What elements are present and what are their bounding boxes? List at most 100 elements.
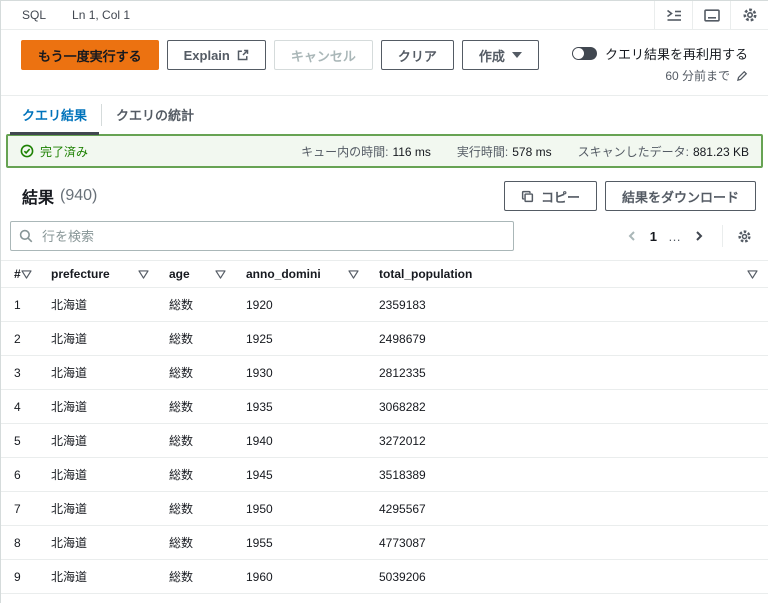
cell-index: 8 xyxy=(1,525,41,560)
cell-total-population: 5171800 xyxy=(369,593,768,603)
column-label: total_population xyxy=(379,267,473,281)
cell-age: 総数 xyxy=(159,287,236,322)
reuse-results-toggle[interactable] xyxy=(571,47,597,60)
cell-age: 総数 xyxy=(159,423,236,458)
results-header: 結果 (940) コピー 結果をダウンロード xyxy=(1,168,768,217)
cell-age: 総数 xyxy=(159,355,236,390)
cell-prefecture: 北海道 xyxy=(41,593,159,603)
metric-label: キュー内の時間: xyxy=(301,144,389,159)
format-query-button[interactable] xyxy=(654,1,692,29)
cell-index: 2 xyxy=(1,321,41,356)
column-header-total-population[interactable]: total_population xyxy=(369,260,768,288)
metric-run-time: 実行時間: 578 ms xyxy=(457,143,552,160)
cell-anno-domini: 1955 xyxy=(236,525,369,560)
column-header-anno-domini[interactable]: anno_domini xyxy=(236,260,369,288)
filter-icon[interactable] xyxy=(348,269,359,279)
cell-index: 4 xyxy=(1,389,41,424)
tab-query-stats[interactable]: クエリの統計 xyxy=(104,95,206,135)
create-button[interactable]: 作成 xyxy=(461,40,539,70)
metric-value: 578 ms xyxy=(512,144,552,159)
copy-icon xyxy=(521,190,534,203)
table-preferences-button[interactable] xyxy=(732,224,756,248)
cell-total-population: 4773087 xyxy=(369,525,768,560)
athena-query-editor-panel: SQL Ln 1, Col 1 もう一度実行する Explain キャンセル ク… xyxy=(0,0,768,603)
tab-query-results[interactable]: クエリ結果 xyxy=(10,95,100,135)
query-metrics: キュー内の時間: 116 ms 実行時間: 578 ms スキャンしたデータ: 881… xyxy=(301,143,749,160)
copy-button[interactable]: コピー xyxy=(503,181,597,211)
cell-prefecture: 北海道 xyxy=(41,423,159,458)
chevron-right-icon xyxy=(694,231,704,241)
filter-icon[interactable] xyxy=(215,269,226,279)
chevron-left-icon xyxy=(627,231,637,241)
shortcuts-button[interactable] xyxy=(692,1,730,29)
cell-age: 総数 xyxy=(159,491,236,526)
page-ellipsis: … xyxy=(668,228,682,244)
filter-icon[interactable] xyxy=(138,269,149,279)
cell-age: 総数 xyxy=(159,321,236,356)
page-number[interactable]: 1 xyxy=(644,229,663,244)
format-icon xyxy=(666,8,682,22)
cell-prefecture: 北海道 xyxy=(41,355,159,390)
metric-value: 116 ms xyxy=(392,144,431,159)
prev-page-button[interactable] xyxy=(620,224,644,248)
external-link-icon xyxy=(237,49,249,61)
metric-label: スキャンしたデータ: xyxy=(577,144,689,159)
reuse-results-block: クエリ結果を再利用する 60 分前まで xyxy=(571,40,748,84)
editor-settings-button[interactable] xyxy=(730,1,768,29)
table-header-row: # prefecture age anno_domini total_popul… xyxy=(1,260,768,288)
cell-index: 3 xyxy=(1,355,41,390)
results-title: 結果 xyxy=(22,190,55,207)
pager-divider xyxy=(722,225,723,247)
cell-prefecture: 北海道 xyxy=(41,491,159,526)
result-tabs: クエリ結果 クエリの統計 xyxy=(1,95,768,135)
download-results-button[interactable]: 結果をダウンロード xyxy=(604,181,756,211)
clear-button[interactable]: クリア xyxy=(380,40,454,70)
table-row: 7 北海道 総数 1950 4295567 xyxy=(1,491,768,526)
column-header-prefecture[interactable]: prefecture xyxy=(41,260,159,288)
edit-pencil-icon[interactable] xyxy=(736,70,748,82)
cell-anno-domini: 1965 xyxy=(236,593,369,603)
cell-prefecture: 北海道 xyxy=(41,559,159,594)
column-header-index[interactable]: # xyxy=(1,260,41,288)
cell-anno-domini: 1945 xyxy=(236,457,369,492)
next-page-button[interactable] xyxy=(687,224,711,248)
cell-total-population: 4295567 xyxy=(369,491,768,526)
cell-index: 1 xyxy=(1,287,41,322)
column-label: age xyxy=(169,267,190,281)
check-circle-icon xyxy=(20,144,34,158)
create-label: 作成 xyxy=(478,48,505,64)
cell-anno-domini: 1925 xyxy=(236,321,369,356)
column-label: anno_domini xyxy=(246,267,321,281)
search-input[interactable] xyxy=(10,221,514,251)
cell-anno-domini: 1935 xyxy=(236,389,369,424)
cell-prefecture: 北海道 xyxy=(41,389,159,424)
cell-index: 7 xyxy=(1,491,41,526)
cell-total-population: 2812335 xyxy=(369,355,768,390)
reuse-results-label: クエリ結果を再利用する xyxy=(604,47,748,62)
editor-icon-group xyxy=(654,1,768,29)
cell-age: 総数 xyxy=(159,559,236,594)
cell-index: 6 xyxy=(1,457,41,492)
explain-button[interactable]: Explain xyxy=(166,40,266,70)
cell-prefecture: 北海道 xyxy=(41,287,159,322)
editor-mode-label: SQL xyxy=(22,8,47,22)
explain-label: Explain xyxy=(183,47,230,63)
table-row: 3 北海道 総数 1930 2812335 xyxy=(1,355,768,390)
table-row: 8 北海道 総数 1955 4773087 xyxy=(1,525,768,560)
cell-index: 5 xyxy=(1,423,41,458)
table-row: 9 北海道 総数 1960 5039206 xyxy=(1,559,768,594)
table-row: 10北海道総数19655171800 xyxy=(1,593,768,603)
filter-icon[interactable] xyxy=(21,269,32,279)
pagination: 1 … xyxy=(620,224,756,248)
run-again-button[interactable]: もう一度実行する xyxy=(21,40,159,70)
column-header-age[interactable]: age xyxy=(159,260,236,288)
cell-total-population: 2498679 xyxy=(369,321,768,356)
filter-icon[interactable] xyxy=(747,269,758,279)
table-row: 1 北海道 総数 1920 2359183 xyxy=(1,287,768,322)
results-toolbar: 1 … xyxy=(1,217,768,251)
cell-prefecture: 北海道 xyxy=(41,525,159,560)
cell-prefecture: 北海道 xyxy=(41,321,159,356)
table-row: 6 北海道 総数 1945 3518389 xyxy=(1,457,768,492)
status-state-label: 完了済み xyxy=(40,144,89,159)
cancel-button[interactable]: キャンセル xyxy=(273,40,373,70)
